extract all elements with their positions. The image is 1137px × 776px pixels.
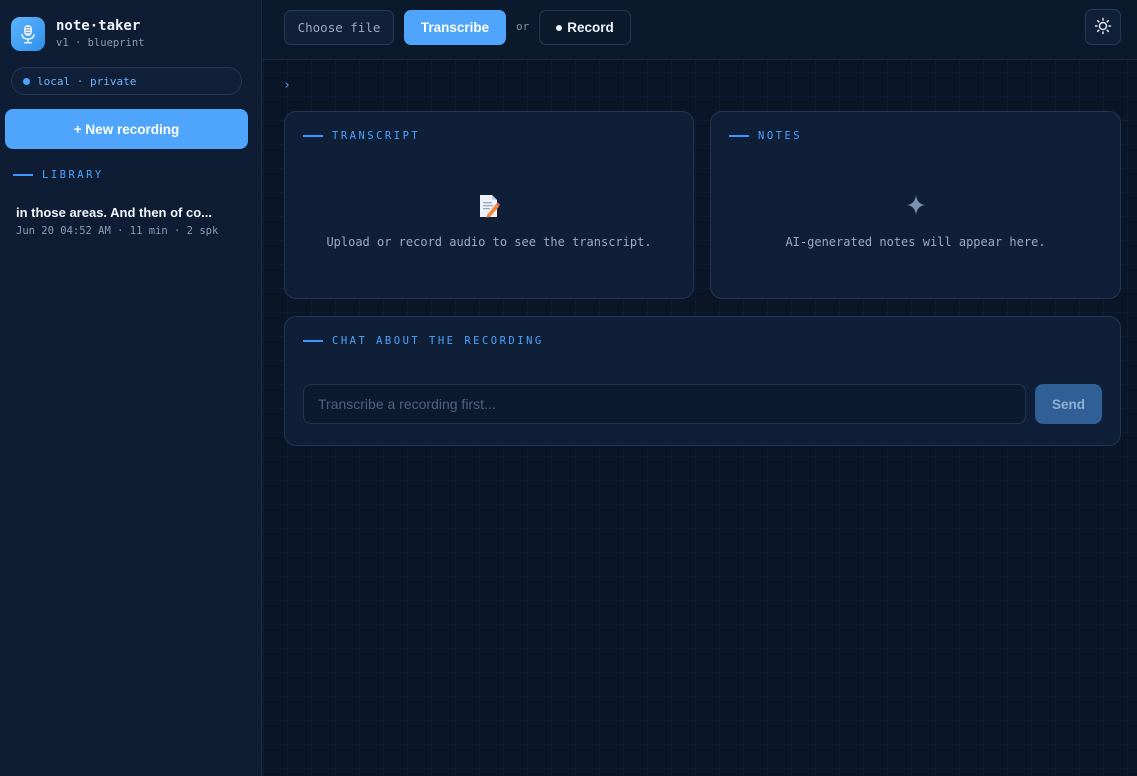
- section-line: [13, 174, 33, 176]
- notes-panel: NOTES AI-generated notes will appear her…: [710, 111, 1121, 299]
- memo-icon: [285, 194, 693, 218]
- theme-toggle-button[interactable]: [1085, 9, 1121, 45]
- new-recording-button[interactable]: + New recording: [5, 109, 248, 149]
- toolbar: Choose file Transcribe or Record: [263, 0, 1137, 60]
- main-area: Choose file Transcribe or Record › TRANS…: [263, 0, 1137, 776]
- microphone-icon: [11, 17, 45, 51]
- transcript-panel: TRANSCRIPT Upload or record audio to see…: [284, 111, 694, 299]
- notes-label: NOTES: [758, 130, 803, 142]
- sun-icon: [1094, 17, 1112, 38]
- notes-heading: NOTES: [729, 130, 802, 142]
- sparkle-icon: [711, 194, 1120, 216]
- brand: note·taker v1 · blueprint: [11, 17, 145, 51]
- app-name: note·taker: [56, 17, 141, 34]
- expand-chevron-icon[interactable]: ›: [283, 78, 291, 93]
- section-line: [729, 135, 749, 137]
- chat-input[interactable]: [303, 384, 1026, 424]
- chat-label: CHAT ABOUT THE RECORDING: [332, 335, 544, 347]
- transcript-empty-text: Upload or record audio to see the transc…: [326, 235, 652, 249]
- library-item-meta: Jun 20 04:52 AM · 11 min · 2 spk: [16, 225, 219, 237]
- transcribe-button[interactable]: Transcribe: [404, 10, 506, 45]
- status-text: local · private: [37, 74, 137, 88]
- record-label: Record: [567, 20, 614, 35]
- library-item-title: in those areas. And then of co...: [16, 205, 212, 220]
- sidebar: note·taker v1 · blueprint local · privat…: [0, 0, 262, 776]
- status-dot-icon: [23, 77, 30, 85]
- choose-file-button[interactable]: Choose file: [284, 10, 394, 45]
- library-heading: LIBRARY: [13, 169, 104, 181]
- section-line: [303, 135, 323, 137]
- notes-empty-text: AI-generated notes will appear here.: [785, 235, 1046, 249]
- record-dot-icon: [556, 24, 563, 31]
- transcript-label: TRANSCRIPT: [332, 130, 421, 142]
- library-item[interactable]: in those areas. And then of co... Jun 20…: [16, 204, 251, 237]
- transcript-heading: TRANSCRIPT: [303, 130, 420, 142]
- section-line: [303, 340, 323, 342]
- send-button[interactable]: Send: [1035, 384, 1102, 424]
- app-subtitle: v1 · blueprint: [56, 36, 145, 49]
- status-badge: local · private: [11, 67, 242, 95]
- record-button[interactable]: Record: [539, 10, 631, 45]
- library-label: LIBRARY: [42, 169, 104, 181]
- or-separator: or: [516, 20, 530, 33]
- chat-heading: CHAT ABOUT THE RECORDING: [303, 335, 544, 347]
- chat-panel: CHAT ABOUT THE RECORDING Send: [284, 316, 1121, 446]
